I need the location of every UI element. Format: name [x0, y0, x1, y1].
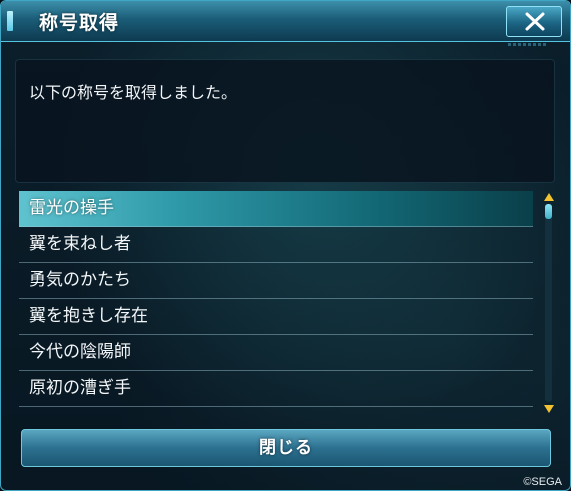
scroll-track[interactable]: [545, 204, 552, 402]
title-list-item-label: 勇気のかたち: [29, 270, 131, 290]
title-list-item[interactable]: 翼を抱きし存在: [19, 299, 533, 335]
title-ornament-icon: [7, 11, 13, 31]
title-list-item-label: 原初の漕ぎ手: [29, 378, 131, 398]
window-title: 称号取得: [39, 12, 120, 34]
title-list-item-label: 雷光の操手: [29, 198, 114, 218]
title-list-item-label: 翼を抱きし存在: [29, 306, 148, 326]
scroll-thumb[interactable]: [545, 204, 552, 219]
title-list-item[interactable]: 今代の陰陽師: [19, 335, 533, 371]
title-list-item-label: 今代の陰陽師: [29, 342, 131, 362]
title-bar: 称号取得: [1, 1, 570, 42]
title-list-item[interactable]: 翼を束ねし者: [19, 227, 533, 263]
copyright-text: ©SEGA: [523, 476, 562, 488]
message-text: 以下の称号を取得しました。: [29, 83, 238, 102]
scroll-down-arrow-icon[interactable]: [543, 404, 555, 414]
title-list-item[interactable]: 原初の漕ぎ手: [19, 371, 533, 407]
title-decoration: [508, 43, 548, 46]
close-dialog-button[interactable]: 閉じる: [21, 429, 551, 467]
scroll-up-arrow-icon[interactable]: [543, 192, 555, 202]
close-x-icon: [525, 12, 545, 31]
title-list-item[interactable]: 雷光の操手: [19, 191, 533, 227]
close-button[interactable]: [506, 6, 562, 37]
title-list-item[interactable]: 勇気のかたち: [19, 263, 533, 299]
title-list[interactable]: 雷光の操手 翼を束ねし者 勇気のかたち 翼を抱きし存在 今代の陰陽師 原初の漕ぎ…: [19, 191, 533, 417]
title-acquired-window: 称号取得 以下の称号を取得しました。 雷光の操手 翼を束ねし者 勇気のかたち 翼…: [0, 0, 571, 491]
title-list-item-label: 翼を束ねし者: [29, 234, 131, 254]
title-list-item-partial[interactable]: [19, 407, 533, 417]
list-scrollbar[interactable]: [542, 192, 556, 416]
message-panel: 以下の称号を取得しました。: [15, 59, 555, 183]
